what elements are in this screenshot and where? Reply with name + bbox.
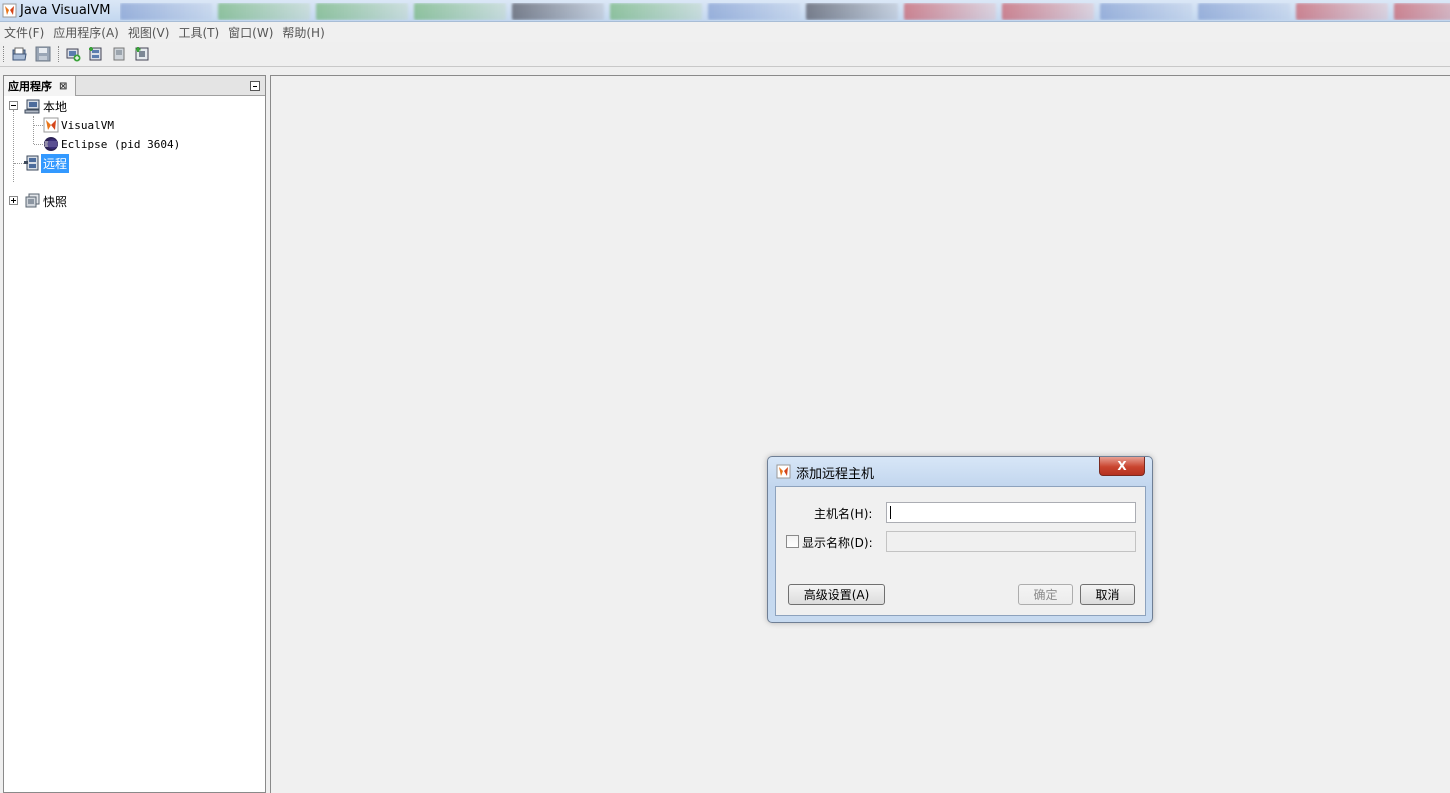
tree-line [33, 116, 34, 144]
applications-panel: 应用程序 ⊠ 本地 VisualVM Eclipse (pid 3604) 远程… [3, 75, 266, 793]
menu-window[interactable]: 窗口(W) [228, 24, 273, 41]
tree-node-remote[interactable]: 远程 [24, 153, 70, 173]
tree-node-snapshots[interactable]: 快照 [24, 192, 69, 210]
add-snapshot-button[interactable] [110, 45, 128, 63]
minimize-panel-button[interactable] [250, 81, 260, 91]
menu-tools[interactable]: 工具(T) [178, 24, 219, 41]
visualvm-icon [43, 117, 59, 133]
close-tab-icon[interactable]: ⊠ [59, 81, 67, 92]
toolbar [0, 42, 1450, 67]
cancel-button[interactable]: 取消 [1080, 584, 1135, 605]
save-button[interactable] [34, 45, 52, 63]
tab-applications[interactable]: 应用程序 ⊠ [4, 76, 76, 96]
tree-node-label: 快照 [43, 194, 68, 209]
visualvm-icon [776, 464, 791, 479]
title-bar: Java VisualVM [0, 0, 1450, 22]
add-core-dump-icon [135, 47, 149, 61]
applications-panel-header: 应用程序 ⊠ [4, 76, 265, 96]
eclipse-icon [44, 137, 58, 151]
open-file-icon [12, 47, 27, 61]
remote-host-icon [24, 155, 39, 171]
display-name-input [886, 531, 1136, 552]
add-remote-host-button[interactable] [87, 45, 105, 63]
display-name-label[interactable]: 显示名称(D): [802, 534, 873, 551]
dialog-close-button[interactable]: X [1099, 457, 1145, 476]
display-name-checkbox[interactable] [786, 535, 799, 548]
tree-node-visualvm[interactable]: VisualVM [43, 116, 116, 134]
menu-applications[interactable]: 应用程序(A) [53, 24, 119, 41]
add-remote-host-dialog: 添加远程主机 X 主机名(H): 显示名称(D): 高级设置(A) 确定 取消 [767, 456, 1153, 623]
add-jmx-connection-button[interactable] [64, 45, 82, 63]
snapshot-icon [25, 193, 40, 208]
text-caret [890, 506, 891, 519]
toolbar-separator [58, 46, 59, 62]
tree-node-label: 远程 [41, 153, 70, 173]
tree-node-local[interactable]: 本地 [24, 97, 69, 115]
tree-line [34, 125, 43, 126]
tree-node-label: VisualVM [61, 118, 114, 132]
expand-snapshots-toggle[interactable] [9, 196, 18, 205]
dialog-body: 主机名(H): 显示名称(D): 高级设置(A) 确定 取消 [775, 486, 1146, 616]
window-title: Java VisualVM [20, 3, 111, 18]
toolbar-grip[interactable] [3, 46, 6, 62]
close-icon: X [1117, 459, 1127, 473]
tree-line [34, 144, 43, 145]
advanced-settings-button[interactable]: 高级设置(A) [788, 584, 885, 605]
menu-view[interactable]: 视图(V) [128, 24, 170, 41]
tab-applications-label: 应用程序 [8, 80, 52, 93]
tree-node-label: Eclipse (pid 3604) [61, 137, 181, 151]
menu-file[interactable]: 文件(F) [4, 24, 44, 41]
add-jmx-connection-icon [66, 48, 81, 62]
hostname-label: 主机名(H): [814, 507, 873, 521]
add-snapshot-icon [113, 47, 125, 61]
applications-tree: 本地 VisualVM Eclipse (pid 3604) 远程 快照 [4, 96, 265, 792]
open-file-button[interactable] [11, 45, 29, 63]
tree-line [13, 110, 14, 182]
tree-node-eclipse[interactable]: Eclipse (pid 3604) [43, 135, 182, 153]
expand-local-toggle[interactable] [9, 101, 18, 110]
ok-button[interactable]: 确定 [1018, 584, 1073, 605]
main-content-area [270, 75, 1450, 793]
local-computer-icon [24, 99, 40, 113]
taskbar-tabs-blurred [120, 3, 1450, 20]
add-core-dump-button[interactable] [133, 45, 151, 63]
tree-node-label: 本地 [43, 99, 68, 114]
tree-line [14, 163, 24, 164]
save-icon [35, 46, 51, 62]
menu-help[interactable]: 帮助(H) [282, 24, 324, 41]
visualvm-icon [2, 3, 17, 18]
dialog-title: 添加远程主机 [796, 467, 875, 482]
add-remote-host-icon [89, 47, 102, 61]
hostname-input[interactable] [886, 502, 1136, 523]
menu-bar: 文件(F) 应用程序(A) 视图(V) 工具(T) 窗口(W) 帮助(H) [0, 22, 1450, 42]
